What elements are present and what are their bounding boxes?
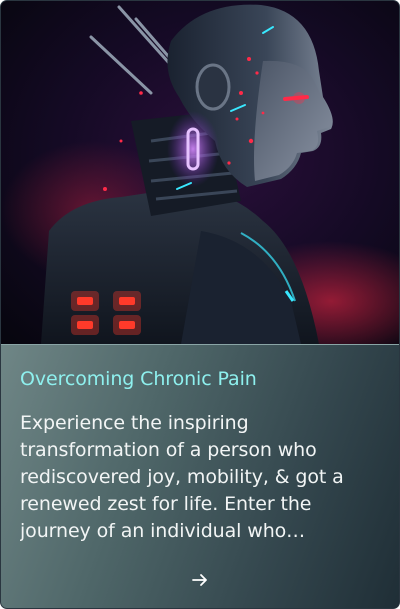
card-image [1, 1, 399, 344]
card-title[interactable]: Overcoming Chronic Pain [20, 368, 257, 390]
card-description: Experience the inspiring transformation … [20, 412, 344, 542]
story-card[interactable]: Overcoming Chronic Pain Experience the i… [1, 1, 399, 608]
card-content: Overcoming Chronic Pain Experience the i… [1, 344, 399, 608]
cyborg-profile-illustration [1, 1, 399, 344]
arrow-right-icon [192, 574, 207, 586]
read-more-button[interactable] [186, 566, 214, 594]
